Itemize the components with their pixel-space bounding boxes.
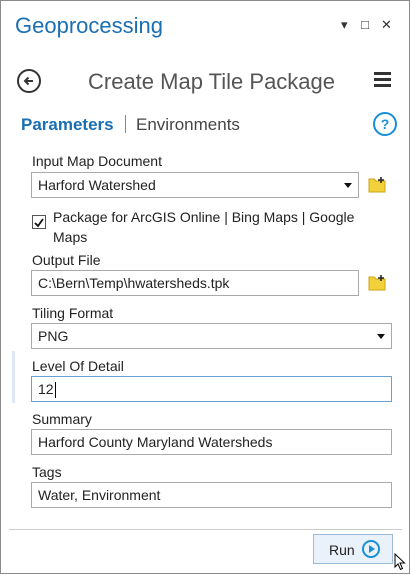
level-of-detail-input[interactable]: 12: [31, 376, 392, 402]
output-file-input[interactable]: C:\Bern\Temp\hwatersheds.tpk: [31, 270, 359, 296]
active-parameter-indicator: [12, 351, 15, 403]
level-of-detail-label: Level Of Detail: [32, 358, 124, 374]
pane-titlebar: Geoprocessing ▾ □ ✕: [1, 1, 409, 47]
play-icon: [362, 540, 380, 558]
package-online-checkbox[interactable]: [32, 215, 46, 229]
summary-input[interactable]: Harford County Maryland Watersheds: [31, 429, 392, 455]
tool-header: Create Map Tile Package: [1, 59, 409, 103]
summary-value: Harford County Maryland Watersheds: [38, 434, 273, 450]
pane-title: Geoprocessing: [15, 13, 163, 38]
browse-folder-icon[interactable]: [368, 274, 388, 292]
tab-separator: [125, 115, 126, 133]
help-icon[interactable]: ?: [373, 112, 397, 136]
package-online-label: Package for ArcGIS Online | Bing Maps | …: [53, 209, 355, 245]
run-label: Run: [329, 542, 355, 558]
output-file-value: C:\Bern\Temp\hwatersheds.tpk: [38, 275, 230, 291]
level-of-detail-value: 12: [38, 381, 54, 397]
footer-divider: [9, 529, 402, 530]
close-icon[interactable]: ✕: [381, 17, 392, 33]
run-button[interactable]: Run: [313, 534, 393, 564]
tab-parameters[interactable]: Parameters: [21, 115, 114, 135]
tiling-format-value: PNG: [38, 328, 69, 344]
hamburger-menu-icon[interactable]: [374, 72, 391, 88]
output-file-label: Output File: [32, 252, 101, 268]
tags-label: Tags: [32, 464, 62, 480]
pane-options-icon[interactable]: ▾: [341, 17, 348, 33]
text-caret: [54, 382, 56, 399]
tiling-format-dropdown[interactable]: PNG: [31, 323, 392, 349]
geoprocessing-pane: Geoprocessing ▾ □ ✕ Create Map Tile Pack…: [0, 0, 410, 574]
tab-environments[interactable]: Environments: [136, 115, 240, 135]
input-map-dropdown[interactable]: Harford Watershed: [31, 172, 359, 198]
chevron-down-icon: [344, 183, 352, 188]
tags-value: Water, Environment: [38, 487, 161, 503]
tool-tabs: Parameters Environments ?: [1, 111, 409, 141]
tool-title: Create Map Tile Package: [88, 69, 336, 94]
maximize-icon[interactable]: □: [361, 17, 369, 32]
chevron-down-icon: [377, 334, 385, 339]
tiling-format-label: Tiling Format: [32, 305, 114, 321]
mouse-cursor-icon: [394, 552, 406, 576]
back-arrow-icon[interactable]: [17, 69, 41, 93]
input-map-label: Input Map Document: [32, 153, 162, 169]
browse-folder-icon[interactable]: [368, 176, 388, 194]
input-map-value: Harford Watershed: [38, 177, 156, 193]
summary-label: Summary: [32, 411, 92, 427]
tags-input[interactable]: Water, Environment: [31, 482, 392, 508]
